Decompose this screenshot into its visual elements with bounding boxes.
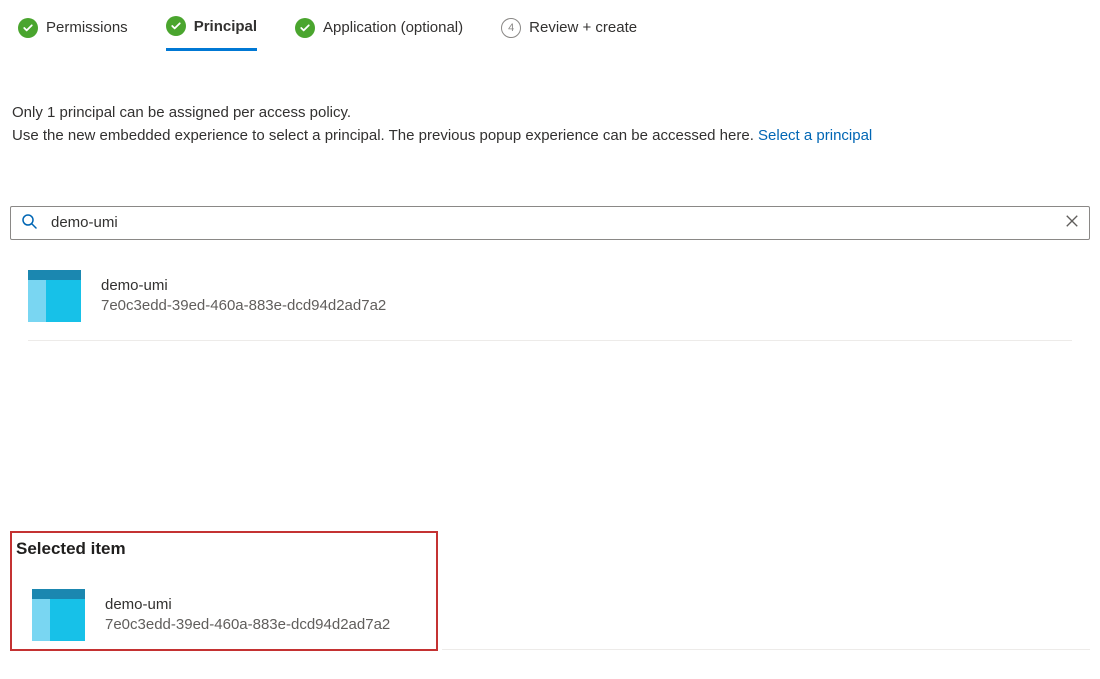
tab-label: Review + create xyxy=(529,19,637,36)
selected-id: 7e0c3edd-39ed-460a-883e-dcd94d2ad7a2 xyxy=(105,616,390,633)
result-name: demo-umi xyxy=(101,277,386,294)
check-icon xyxy=(295,18,315,38)
clear-icon[interactable] xyxy=(1065,214,1079,231)
check-icon xyxy=(166,16,186,36)
tab-label: Permissions xyxy=(46,19,128,36)
avatar xyxy=(32,589,85,641)
check-icon xyxy=(18,18,38,38)
divider xyxy=(442,649,1090,650)
tab-label: Application (optional) xyxy=(323,19,463,36)
selected-item-section: Selected item demo-umi 7e0c3edd-39ed-460… xyxy=(10,531,438,651)
selected-name: demo-umi xyxy=(105,596,390,613)
tab-review-create[interactable]: 4 Review + create xyxy=(501,18,637,50)
avatar xyxy=(28,270,81,322)
selected-heading: Selected item xyxy=(14,539,434,559)
search-results: demo-umi 7e0c3edd-39ed-460a-883e-dcd94d2… xyxy=(10,262,1090,341)
selected-list-item[interactable]: demo-umi 7e0c3edd-39ed-460a-883e-dcd94d2… xyxy=(32,581,416,643)
info-line-1: Only 1 principal can be assigned per acc… xyxy=(12,101,1088,124)
info-text: Only 1 principal can be assigned per acc… xyxy=(10,101,1090,148)
result-id: 7e0c3edd-39ed-460a-883e-dcd94d2ad7a2 xyxy=(101,297,386,314)
search-icon xyxy=(21,213,37,232)
search-input[interactable] xyxy=(51,214,1051,231)
list-item[interactable]: demo-umi 7e0c3edd-39ed-460a-883e-dcd94d2… xyxy=(28,262,1072,341)
tab-label: Principal xyxy=(194,18,257,35)
step-number-icon: 4 xyxy=(501,18,521,38)
principal-search-box[interactable] xyxy=(10,206,1090,240)
tab-principal[interactable]: Principal xyxy=(166,16,257,51)
tab-permissions[interactable]: Permissions xyxy=(18,18,128,50)
select-principal-link[interactable]: Select a principal xyxy=(758,127,872,144)
tab-application[interactable]: Application (optional) xyxy=(295,18,463,50)
wizard-tabs: Permissions Principal Application (optio… xyxy=(10,10,1090,51)
info-line-2: Use the new embedded experience to selec… xyxy=(12,124,1088,147)
